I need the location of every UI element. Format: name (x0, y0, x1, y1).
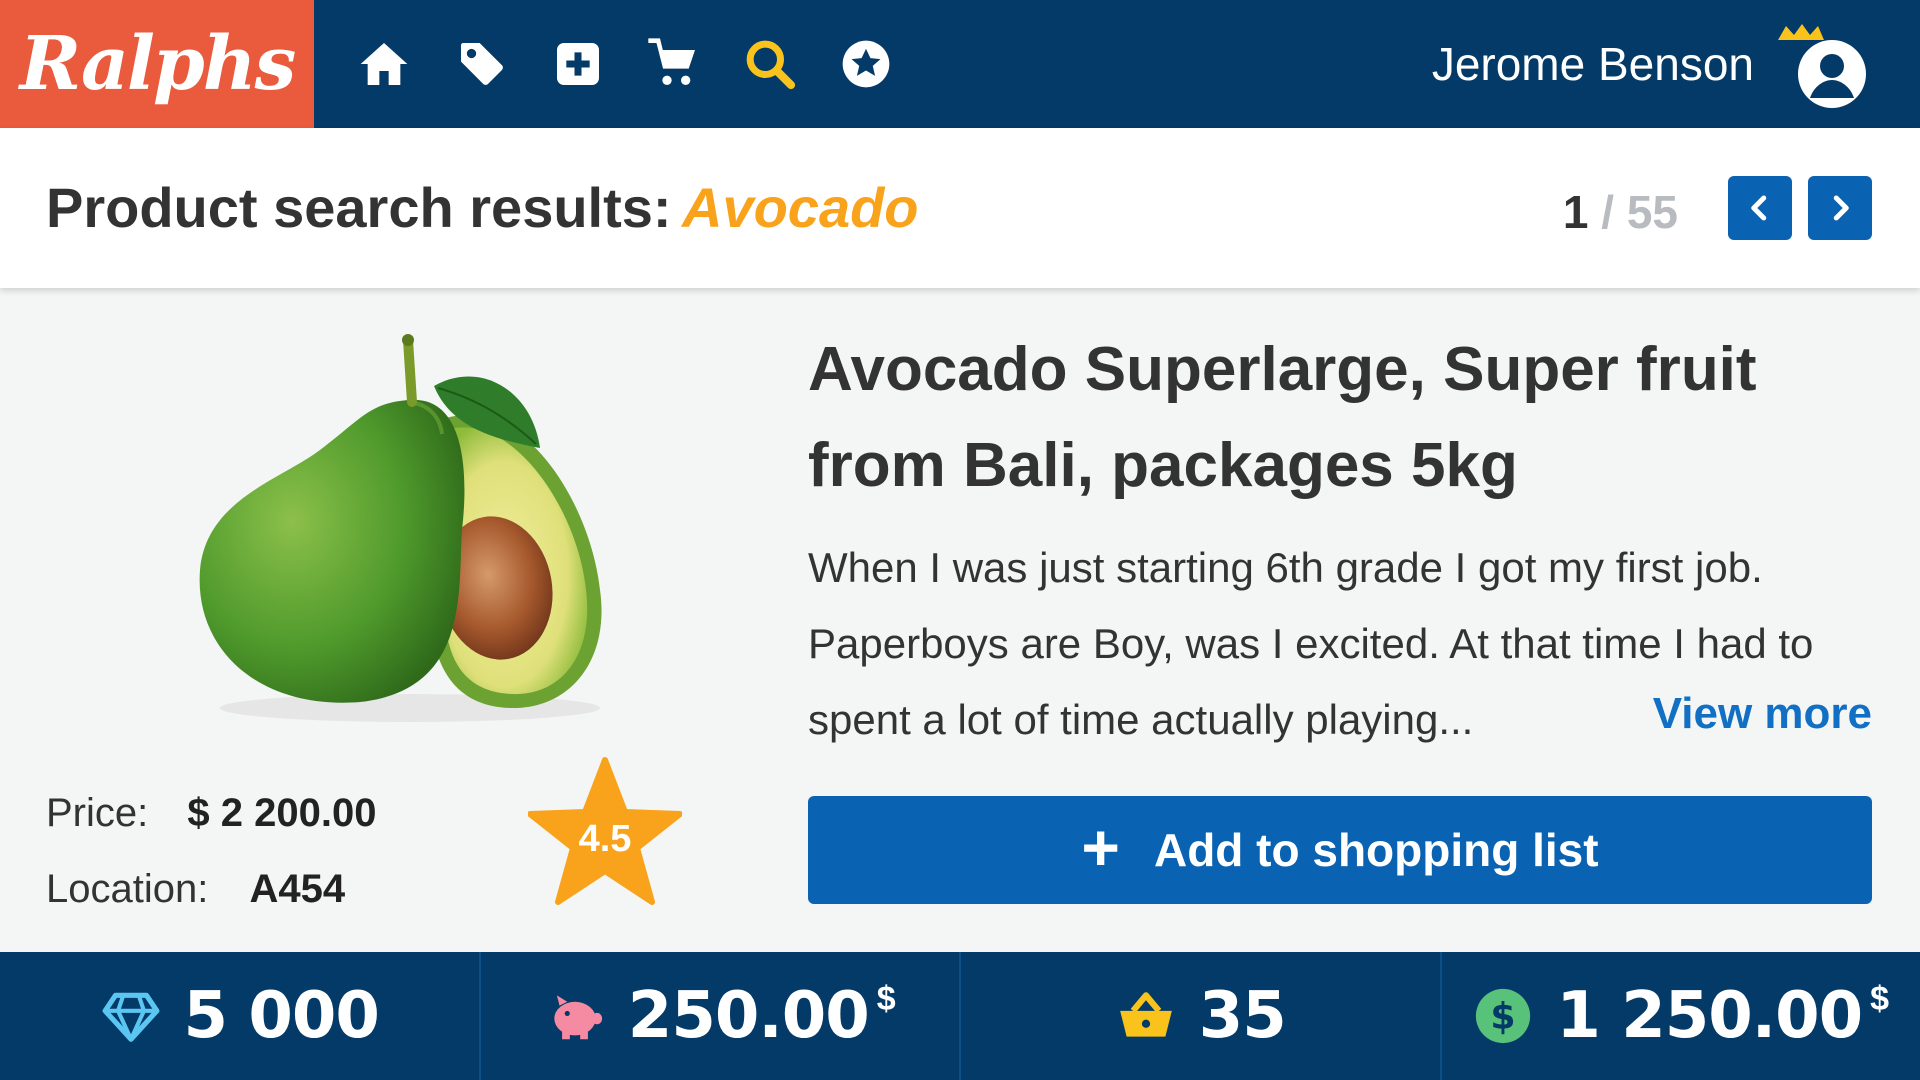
location-value: A454 (249, 867, 346, 911)
cart-icon[interactable] (644, 34, 704, 94)
logo-text: Ralphs (19, 21, 296, 107)
search-results-header: Product search results: Avocado 1 / 55 (0, 128, 1920, 288)
balance-stat[interactable]: $ 1 250.00 $ (1442, 952, 1920, 1080)
stats-bar: 5 000 250.00 $ 35 $ 1 250.00 $ (0, 952, 1920, 1080)
basket-stat[interactable]: 35 (961, 952, 1442, 1080)
product-image (199, 334, 602, 722)
user-avatar-icon[interactable] (1776, 22, 1872, 112)
chevron-right-icon (1833, 195, 1849, 221)
top-nav-bar: Ralphs Jerome Benson (0, 0, 1920, 128)
prev-page-button[interactable] (1728, 176, 1792, 240)
balance-currency: $ (1870, 980, 1890, 1018)
basket-value: 35 (1198, 979, 1287, 1053)
home-icon[interactable] (354, 34, 414, 94)
product-title: Avocado Superlarge, Super fruit from Bal… (808, 335, 1757, 500)
gems-value: 5 000 (183, 979, 380, 1053)
page-separator: / (1601, 186, 1615, 238)
rating-value: 4.5 (578, 818, 632, 860)
price-label: Price: (46, 791, 149, 835)
location-row: Location: A454 (46, 864, 345, 914)
tag-icon[interactable] (452, 34, 512, 94)
search-query: Avocado (682, 176, 919, 239)
piggy-bank-icon (554, 995, 602, 1040)
page-indicator: 1 / 55 (1563, 184, 1678, 240)
view-more-link[interactable]: View more (1653, 682, 1872, 746)
ralphs-logo[interactable]: Ralphs (0, 0, 314, 128)
basket-icon (1119, 992, 1172, 1037)
search-results-label: Product search results: (46, 176, 672, 239)
user-name[interactable]: Jerome Benson (1432, 34, 1754, 94)
star-badge-icon[interactable] (836, 34, 896, 94)
add-to-shopping-list-button[interactable]: + Add to shopping list (808, 796, 1872, 904)
price-value: $ 2 200.00 (187, 791, 377, 835)
diamond-icon (102, 992, 159, 1042)
next-page-button[interactable] (1808, 176, 1872, 240)
page-total: 55 (1626, 186, 1678, 238)
savings-stat[interactable]: 250.00 $ (481, 952, 961, 1080)
gems-stat[interactable]: 5 000 (0, 952, 481, 1080)
page-current: 1 (1562, 186, 1589, 238)
balance-value: 1 250.00 (1556, 979, 1863, 1053)
svg-text:$: $ (1491, 995, 1516, 1038)
savings-value: 250.00 (627, 979, 870, 1053)
savings-currency: $ (876, 980, 896, 1018)
price-row: Price: $ 2 200.00 (46, 788, 376, 838)
add-button-label: Add to shopping list (1153, 824, 1599, 876)
add-box-icon[interactable] (548, 34, 608, 94)
dollar-coin-icon: $ (1476, 988, 1531, 1044)
chevron-left-icon (1751, 195, 1767, 221)
plus-icon: + (1081, 810, 1120, 884)
search-icon[interactable] (740, 34, 800, 94)
location-label: Location: (46, 867, 209, 911)
